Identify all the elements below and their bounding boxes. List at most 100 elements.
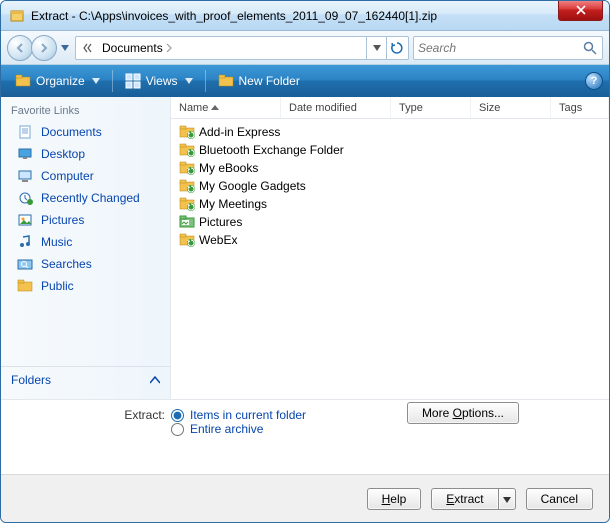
extract-label: Extract: bbox=[15, 408, 165, 422]
sidebar-item-label: Computer bbox=[41, 169, 94, 183]
breadcrumb-segment-documents[interactable]: Documents bbox=[98, 41, 177, 55]
app-icon bbox=[9, 8, 25, 24]
search-box[interactable] bbox=[413, 36, 603, 60]
file-row[interactable]: Add-in Express bbox=[171, 123, 609, 141]
folder-sync-icon bbox=[179, 142, 195, 158]
breadcrumb-root-chevrons[interactable] bbox=[78, 42, 98, 54]
file-name: My Google Gadgets bbox=[199, 179, 306, 193]
column-header-type[interactable]: Type bbox=[391, 97, 471, 118]
column-header-date[interactable]: Date modified bbox=[281, 97, 391, 118]
search-input[interactable] bbox=[418, 41, 582, 55]
sidebar-item-recently-changed[interactable]: Recently Changed bbox=[1, 187, 170, 209]
file-name: WebEx bbox=[199, 233, 237, 247]
favorites-heading: Favorite Links bbox=[1, 103, 170, 121]
column-name-label: Name bbox=[179, 102, 208, 114]
favorites-sidebar: Favorite Links Documents Desktop Computer R… bbox=[1, 97, 171, 399]
sidebar-item-label: Documents bbox=[41, 125, 102, 139]
address-bar[interactable]: Documents bbox=[75, 36, 409, 60]
folders-toggle-label: Folders bbox=[11, 373, 51, 387]
sort-ascending-icon bbox=[211, 105, 219, 110]
organize-label: Organize bbox=[36, 74, 85, 88]
breadcrumb-label: Documents bbox=[102, 41, 163, 55]
pictures-icon bbox=[17, 212, 33, 228]
views-button[interactable]: Views bbox=[117, 69, 201, 93]
sidebar-item-music[interactable]: Music bbox=[1, 231, 170, 253]
nav-history-dropdown[interactable] bbox=[59, 36, 71, 60]
extract-dropdown-button[interactable] bbox=[498, 488, 516, 510]
search-icon[interactable] bbox=[582, 40, 598, 56]
file-row[interactable]: Bluetooth Exchange Folder bbox=[171, 141, 609, 159]
file-name: Pictures bbox=[199, 215, 242, 229]
file-row[interactable]: My Google Gadgets bbox=[171, 177, 609, 195]
cancel-label: Cancel bbox=[541, 492, 578, 506]
new-folder-label: New Folder bbox=[239, 74, 300, 88]
window-title: Extract - C:\Apps\invoices_with_proof_el… bbox=[31, 9, 558, 23]
music-icon bbox=[17, 234, 33, 250]
more-options-button[interactable]: More Options... bbox=[407, 402, 519, 424]
file-row[interactable]: My Meetings bbox=[171, 195, 609, 213]
folder-sync-icon bbox=[179, 160, 195, 176]
new-folder-button[interactable]: New Folder bbox=[210, 69, 308, 93]
sidebar-item-searches[interactable]: Searches bbox=[1, 253, 170, 275]
radio-label-current[interactable]: Items in current folder bbox=[190, 408, 306, 422]
radio-items-current-folder[interactable] bbox=[171, 409, 184, 422]
column-date-label: Date modified bbox=[289, 102, 357, 114]
sidebar-item-computer[interactable]: Computer bbox=[1, 165, 170, 187]
column-header-size[interactable]: Size bbox=[471, 97, 551, 118]
sidebar-item-label: Pictures bbox=[41, 213, 84, 227]
close-button[interactable] bbox=[558, 1, 603, 21]
search-folder-icon bbox=[17, 256, 33, 272]
file-list: Add-in Express Bluetooth Exchange Folder M… bbox=[171, 119, 609, 399]
forward-button[interactable] bbox=[31, 35, 57, 61]
file-name: My eBooks bbox=[199, 161, 258, 175]
documents-icon bbox=[17, 124, 33, 140]
radio-entire-archive[interactable] bbox=[171, 423, 184, 436]
file-row[interactable]: WebEx bbox=[171, 231, 609, 249]
file-row[interactable]: My eBooks bbox=[171, 159, 609, 177]
folder-sync-icon bbox=[179, 178, 195, 194]
command-toolbar: Organize Views New Folder ? bbox=[1, 65, 609, 97]
recent-icon bbox=[17, 190, 33, 206]
folder-sync-icon bbox=[179, 232, 195, 248]
sidebar-item-desktop[interactable]: Desktop bbox=[1, 143, 170, 165]
folders-toggle[interactable]: Folders bbox=[1, 366, 170, 393]
address-history-dropdown[interactable] bbox=[366, 37, 386, 59]
pictures-folder-icon bbox=[179, 214, 195, 230]
sidebar-item-label: Desktop bbox=[41, 147, 85, 161]
chevron-up-icon bbox=[150, 376, 160, 384]
toolbar-separator bbox=[205, 70, 206, 92]
column-type-label: Type bbox=[399, 102, 423, 114]
extract-button[interactable]: Extract bbox=[431, 488, 497, 510]
navigation-bar: Documents bbox=[1, 31, 609, 65]
sidebar-item-documents[interactable]: Documents bbox=[1, 121, 170, 143]
file-name: Bluetooth Exchange Folder bbox=[199, 143, 344, 157]
sidebar-item-pictures[interactable]: Pictures bbox=[1, 209, 170, 231]
desktop-icon bbox=[17, 146, 33, 162]
views-label: Views bbox=[146, 74, 178, 88]
file-name: My Meetings bbox=[199, 197, 267, 211]
toolbar-separator bbox=[112, 70, 113, 92]
file-row[interactable]: Pictures bbox=[171, 213, 609, 231]
sidebar-item-label: Public bbox=[41, 279, 74, 293]
extract-dialog-window: Extract - C:\Apps\invoices_with_proof_el… bbox=[0, 0, 610, 523]
extract-options: Extract: Items in current folder Entire … bbox=[1, 399, 609, 459]
explorer-body: Favorite Links Documents Desktop Computer R… bbox=[1, 97, 609, 399]
column-tags-label: Tags bbox=[559, 102, 582, 114]
nav-arrows bbox=[7, 35, 57, 61]
column-size-label: Size bbox=[479, 102, 500, 114]
help-button[interactable]: Help bbox=[367, 488, 422, 510]
column-header-tags[interactable]: Tags bbox=[551, 97, 609, 118]
sidebar-item-label: Music bbox=[41, 235, 72, 249]
public-folder-icon bbox=[17, 278, 33, 294]
organize-button[interactable]: Organize bbox=[7, 69, 108, 93]
back-button[interactable] bbox=[7, 35, 33, 61]
sidebar-item-public[interactable]: Public bbox=[1, 275, 170, 297]
cancel-button[interactable]: Cancel bbox=[526, 488, 593, 510]
radio-label-archive[interactable]: Entire archive bbox=[190, 422, 263, 436]
refresh-button[interactable] bbox=[386, 37, 406, 59]
folder-sync-icon bbox=[179, 124, 195, 140]
help-icon[interactable]: ? bbox=[585, 72, 603, 90]
column-header-name[interactable]: Name bbox=[171, 97, 281, 118]
file-list-pane: Name Date modified Type Size Tags Add-in… bbox=[171, 97, 609, 399]
sidebar-item-label: Searches bbox=[41, 257, 92, 271]
